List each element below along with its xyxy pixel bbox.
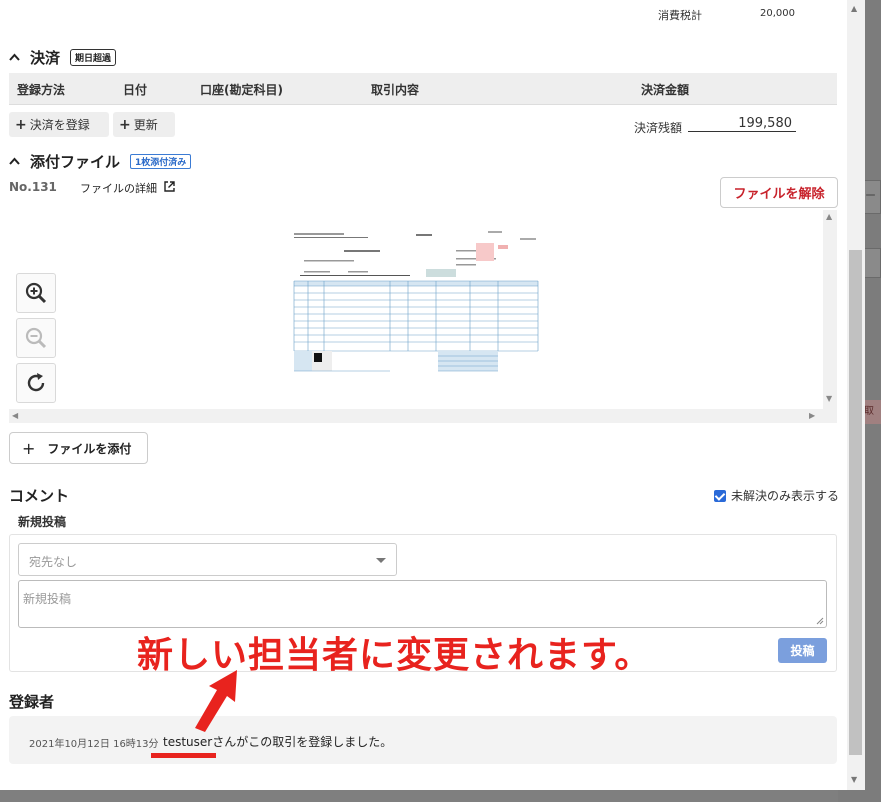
new-post-label: 新規投稿: [18, 515, 67, 529]
annotation-arrow-icon: [195, 670, 237, 732]
column-date: 日付: [123, 83, 148, 97]
register-settlement-label: 決済を登録: [29, 118, 90, 132]
registrant-title: 登録者: [9, 693, 55, 711]
new-post-placeholder: 新規投稿: [23, 592, 72, 606]
recipient-select[interactable]: 宛先なし: [18, 543, 397, 576]
zoom-in-icon: [25, 282, 47, 304]
remaining-label: 決済残額: [634, 121, 683, 135]
file-detail-link[interactable]: ファイルの詳細: [80, 180, 157, 196]
zoom-out-icon: [25, 327, 47, 349]
scroll-up-icon[interactable]: ▲: [826, 212, 832, 221]
file-number: No.131: [9, 180, 57, 194]
column-register-method: 登録方法: [17, 83, 66, 97]
unresolved-checkbox[interactable]: [714, 489, 726, 502]
scroll-left-icon[interactable]: ◀: [12, 411, 18, 420]
plus-icon: +: [22, 438, 36, 458]
chevron-up-icon: [9, 157, 20, 165]
unresolved-only-label: 未解決のみ表示する: [731, 489, 840, 503]
update-button[interactable]: + 更新: [113, 112, 175, 137]
comments-title: コメント: [9, 487, 70, 505]
attach-file-label: ファイルを添付: [47, 441, 132, 456]
zoom-out-button[interactable]: [16, 318, 56, 358]
attachments-header[interactable]: 添付ファイル 1枚添付済み: [9, 151, 192, 172]
viewer-vertical-scrollbar[interactable]: ▲ ▼: [823, 210, 837, 423]
scroll-down-icon[interactable]: ▼: [826, 394, 832, 403]
update-label: 更新: [133, 118, 158, 132]
attach-file-button[interactable]: + ファイルを添付: [9, 432, 148, 464]
overdue-badge: 期日超過: [70, 49, 117, 66]
chevron-up-icon: [9, 53, 20, 61]
viewer-horizontal-scrollbar[interactable]: ◀ ▶: [9, 409, 823, 423]
zoom-in-button[interactable]: [16, 273, 56, 313]
modal-scrollbar[interactable]: ▲ ▼: [847, 0, 865, 790]
scroll-right-icon[interactable]: ▶: [809, 411, 815, 420]
rotate-icon: [27, 373, 45, 392]
settlement-table-header: 登録方法 日付 口座(勘定科目) 取引内容 決済金額: [9, 73, 837, 105]
scroll-up-icon[interactable]: ▲: [851, 4, 857, 13]
registration-message: testuserさんがこの取引を登録しました。: [163, 735, 393, 749]
tax-total-label: 消費税計: [658, 9, 702, 22]
settlement-title: 決済: [30, 49, 61, 67]
plus-icon: +: [119, 116, 131, 133]
modal-scroll-thumb[interactable]: [849, 250, 862, 755]
new-post-textarea[interactable]: 新規投稿: [18, 580, 827, 628]
resize-handle-icon[interactable]: [816, 617, 824, 625]
column-amount: 決済金額: [641, 83, 690, 97]
column-description: 取引内容: [371, 83, 420, 97]
settlement-header[interactable]: 決済 期日超過: [9, 47, 117, 68]
release-file-button[interactable]: ファイルを解除: [720, 177, 838, 208]
recipient-select-value: 宛先なし: [29, 555, 78, 569]
unresolved-only-toggle[interactable]: 未解決のみ表示する: [714, 487, 839, 504]
attached-count-badge: 1枚添付済み: [130, 154, 192, 169]
tax-total-value: 20,000: [760, 8, 795, 19]
remaining-value: 199,580: [688, 116, 796, 132]
column-account: 口座(勘定科目): [200, 83, 283, 97]
invoice-thumbnail: [290, 225, 542, 377]
annotation-underline: [151, 753, 216, 758]
plus-icon: +: [15, 116, 27, 133]
rotate-button[interactable]: [16, 363, 56, 403]
attachments-title: 添付ファイル: [30, 153, 121, 171]
scroll-down-icon[interactable]: ▼: [851, 775, 857, 784]
transaction-detail-modal: 消費税計 20,000 決済 期日超過 登録方法 日付 口座(勘定科目) 取引内…: [0, 0, 865, 790]
external-link-icon[interactable]: [163, 180, 176, 193]
post-button[interactable]: 投稿: [778, 638, 827, 663]
caret-down-icon: [376, 558, 386, 563]
registration-date: 2021年10月12日 16時13分: [29, 739, 159, 750]
register-settlement-button[interactable]: + 決済を登録: [9, 112, 109, 137]
